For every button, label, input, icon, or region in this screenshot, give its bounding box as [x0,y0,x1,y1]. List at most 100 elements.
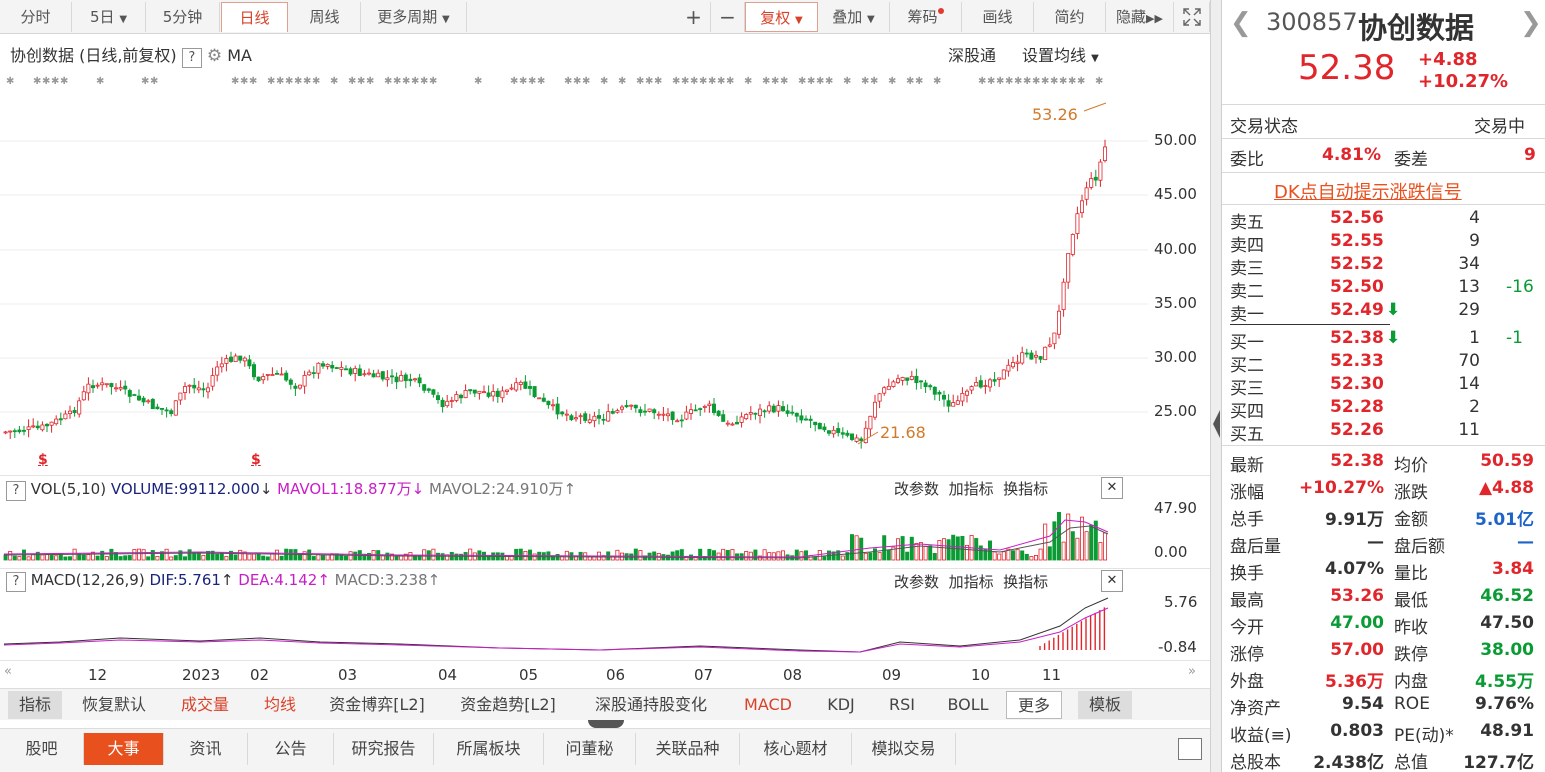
candle-body [477,390,482,394]
tab-announcements[interactable]: 公告 [248,733,334,765]
event-marker-icon: ✱ [645,76,653,87]
candle-body [601,418,606,421]
weibi-value: 4.81% [1322,145,1381,165]
volume-bar [311,556,316,561]
indicator-ma[interactable]: 均线 [252,691,308,719]
candle-body [730,423,735,426]
candlestick-series [3,102,1108,449]
candle-body [293,385,298,389]
tab-core-themes[interactable]: 核心题材 [740,733,852,765]
dk-signal-link[interactable]: DK点自动提示涨跌信号 [1274,178,1462,204]
close-pane-button[interactable]: ✕ [1101,570,1123,592]
indicator-boll[interactable]: BOLL [938,691,998,719]
tab-research[interactable]: 研究报告 [334,733,434,765]
vol-volume-value: VOLUME:99112.000 [110,480,260,498]
indicator-rsi[interactable]: RSI [880,691,924,719]
event-marker-icon: ✱ [519,76,527,87]
swap-indicator-button[interactable]: 换指标 [1003,573,1048,591]
scroll-left-icon[interactable]: « [4,664,12,679]
collapse-handle-icon[interactable] [588,720,624,728]
help-icon[interactable]: ? [6,572,26,592]
scroll-right-icon[interactable]: » [1188,664,1196,679]
swap-indicator-button[interactable]: 换指标 [1003,480,1048,498]
adjust-button[interactable]: 复权 ▼ [745,2,818,32]
tab-intraday[interactable]: 分时 [0,2,72,32]
hide-button[interactable]: 隐藏▶▶ [1106,2,1174,32]
tab-5min[interactable]: 5分钟 [146,2,220,32]
candle-body [472,389,477,394]
kline-chart[interactable]: ✱ ✱ ✱ ✱ ✱ ✱ ✱ ✱ ✱ ✱ ✱ ✱ ✱ ✱ ✱ ✱ ✱ ✱ ✱ ✱ ✱ ✱ ✱ ✱ ✱ ✱ ✱ ✱ ✱ ✱ ✱ ✱ ✱ ✱ ✱ ✱ ✱ ✱ ✱ ✱… [0,66,1210,686]
tab-5day[interactable]: 5日 ▼ [72,2,146,32]
candle-body [721,414,726,422]
draw-line-button[interactable]: 画线 [962,2,1034,32]
close-pane-button[interactable]: ✕ [1101,477,1123,499]
help-icon[interactable]: ? [181,48,202,68]
tab-sectors[interactable]: 所属板块 [434,733,544,765]
restore-default-button[interactable]: 恢复默认 [74,691,154,719]
tab-events[interactable]: 大事 [84,733,164,765]
volume-bar [932,553,937,561]
overlay-button[interactable]: 叠加 ▼ [818,2,890,32]
dividend-marker-icon[interactable]: $ [38,452,48,468]
tab-news[interactable]: 资讯 [164,733,248,765]
candle-body [518,381,523,385]
panel-splitter[interactable] [1210,0,1221,772]
dividend-marker-icon[interactable]: $ [251,452,261,468]
arrow-down-icon: ⬇ [1386,328,1401,348]
indicator-volume[interactable]: 成交量 [170,691,240,719]
tab-related[interactable]: 关联品种 [636,733,740,765]
order-volume: 9 [1469,231,1480,251]
indicator-fund-game[interactable]: 资金博弈[L2] [322,691,432,719]
candle-body [896,378,901,383]
volume-bar [988,540,993,561]
candle-body [1043,346,1048,361]
event-marker-icon: ✱ [843,76,851,87]
weicha-value: 9 [1524,145,1536,165]
indicator-shgt-holding[interactable]: 深股通持股变化 [584,691,718,719]
tab-ask-secretary[interactable]: 问董秘 [544,733,636,765]
candle-body [909,375,914,380]
zoom-out-button[interactable]: − [711,2,745,32]
next-stock-icon[interactable]: ❯ [1520,8,1542,38]
candle-body [615,410,620,413]
quote-value: 4.55万 [1475,672,1534,692]
event-marker-icon: ✱ [42,76,50,87]
tab-weekly[interactable]: 周线 [289,2,361,32]
x-axis: « 12 2023 02 03 04 05 06 07 08 09 10 11 … [0,660,1210,686]
indicator-menu-button[interactable]: 指标 [8,691,62,719]
tab-daily[interactable]: 日线 [221,2,288,32]
add-indicator-button[interactable]: 加指标 [949,480,994,498]
fullscreen-button[interactable] [1174,2,1210,32]
collapse-arrow-icon[interactable] [1213,410,1220,438]
event-marker-icon: ✱ [681,76,689,87]
candle-body [951,402,956,407]
tab-sim-trading[interactable]: 模拟交易 [852,733,956,765]
prev-stock-icon[interactable]: ❮ [1230,8,1252,38]
chips-button[interactable]: 筹码 [890,2,962,32]
save-icon[interactable] [1178,738,1202,760]
indicator-kdj[interactable]: KDJ [816,691,866,719]
add-indicator-button[interactable]: 加指标 [949,573,994,591]
simple-button[interactable]: 简约 [1034,2,1106,32]
event-marker-icon: ✱ [1059,76,1067,87]
tab-forum[interactable]: 股吧 [0,733,84,765]
tab-more-periods[interactable]: 更多周期 ▼ [361,2,467,32]
event-marker-icon: ✱ [699,76,707,87]
set-ma-button[interactable]: 设置均线 ▼ [1022,42,1099,66]
candle-body [992,379,997,382]
zoom-in-button[interactable]: + [677,2,711,32]
candle-body [845,432,850,436]
event-marker-icon: ✱ [330,76,338,87]
indicator-fund-trend[interactable]: 资金趋势[L2] [452,691,564,719]
volume-bar [730,549,735,561]
help-icon[interactable]: ? [6,481,26,501]
template-button[interactable]: 模板 [1078,691,1132,719]
more-indicators-button[interactable]: 更多 [1006,691,1062,719]
candle-body [1047,344,1052,347]
settings-gear-icon[interactable]: ⚙ [207,46,222,66]
shgt-link[interactable]: 深股通 [948,42,996,66]
indicator-macd[interactable]: MACD [736,691,800,719]
change-params-button[interactable]: 改参数 [894,480,939,498]
change-params-button[interactable]: 改参数 [894,573,939,591]
minus-icon: − [719,5,736,29]
